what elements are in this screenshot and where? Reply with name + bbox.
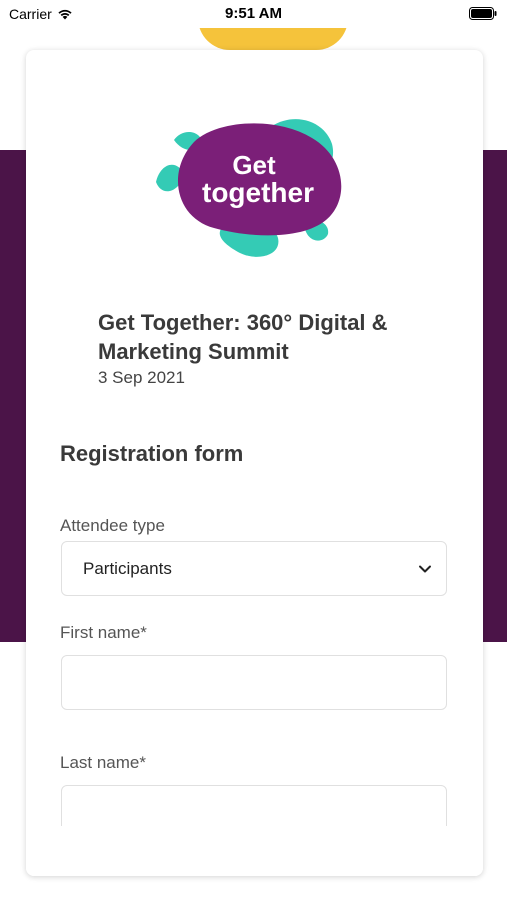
- battery-icon: [469, 7, 497, 20]
- logo-text-get: Get: [232, 150, 276, 180]
- last-name-label: Last name*: [60, 753, 146, 772]
- first-name-label: First name*: [60, 623, 147, 642]
- background-purple-shape-right: [481, 150, 507, 642]
- card-bottom-clip: [26, 826, 483, 876]
- attendee-type-label: Attendee type: [60, 516, 165, 535]
- first-name-field[interactable]: [61, 655, 447, 710]
- background-purple-shape-left: [0, 150, 28, 642]
- event-logo: Get together: [156, 119, 342, 257]
- event-date: 3 Sep 2021: [98, 368, 185, 387]
- clock: 9:51 AM: [225, 5, 282, 22]
- attendee-type-value: Participants: [83, 559, 172, 578]
- status-bar: Carrier 9:51 AM: [0, 0, 507, 28]
- logo-text-together: together: [202, 177, 314, 208]
- chevron-down-icon: [419, 565, 431, 573]
- registration-card: Get together Get Together: 360° Digital …: [26, 50, 483, 876]
- form-heading: Registration form: [60, 441, 244, 466]
- event-title: Get Together: 360° Digital & Marketing S…: [98, 310, 388, 364]
- attendee-type-select[interactable]: Participants: [61, 541, 447, 596]
